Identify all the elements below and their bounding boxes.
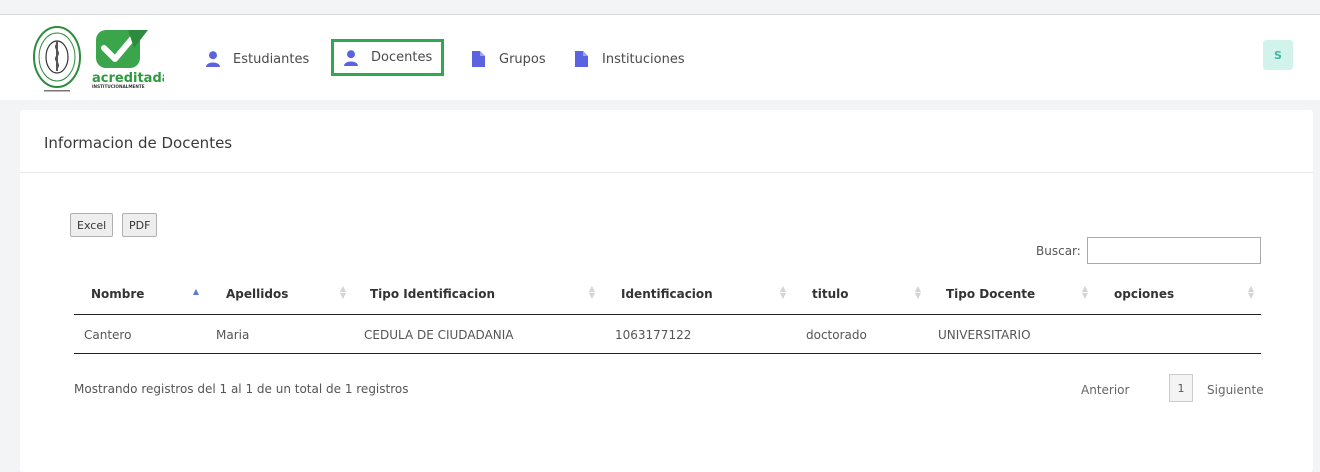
nav-estudiantes[interactable]: Estudiantes: [206, 43, 309, 75]
university-seal-logo: [33, 26, 81, 92]
cell-apellidos: Maria: [216, 328, 250, 342]
acreditada-logo: acreditada INSTITUCIONALMENTE: [92, 30, 164, 89]
nav-label: Instituciones: [602, 51, 685, 67]
nav-label: Docentes: [371, 50, 433, 65]
person-icon: [344, 49, 358, 66]
col-header-tipo-docente[interactable]: Tipo Docente: [946, 287, 1035, 301]
document-icon: [472, 51, 486, 67]
sort-icon: ▲ ▼: [1081, 284, 1089, 300]
col-header-titulo[interactable]: titulo: [812, 287, 849, 301]
cell-titulo: doctorado: [806, 328, 867, 342]
pagination-prev[interactable]: Anterior: [1081, 383, 1129, 397]
table-info: Mostrando registros del 1 al 1 de un tot…: [74, 382, 409, 396]
logo-subtext: INSTITUCIONALMENTE: [92, 84, 145, 89]
sort-icon: ▲ ▼: [1247, 284, 1255, 300]
pagination-next[interactable]: Siguiente: [1207, 383, 1264, 397]
nav-label: Grupos: [499, 51, 546, 67]
cell-identificacion: 1063177122: [615, 328, 692, 342]
sort-asc-icon: ▲: [192, 287, 200, 296]
card-divider: [20, 172, 1313, 173]
user-avatar[interactable]: S: [1263, 40, 1293, 70]
nav-docentes[interactable]: Docentes: [331, 39, 445, 76]
sort-icon: ▲ ▼: [339, 284, 347, 300]
person-icon: [206, 51, 220, 67]
excel-button[interactable]: Excel: [70, 213, 114, 237]
docentes-card: Informacion de Docentes Excel PDF Buscar…: [20, 110, 1313, 472]
col-header-tipo-identificacion[interactable]: Tipo Identificacion: [370, 287, 495, 301]
pdf-button[interactable]: PDF: [122, 213, 158, 237]
card-title: Informacion de Docentes: [44, 134, 233, 152]
nav-label: Estudiantes: [233, 51, 310, 67]
col-header-identificacion[interactable]: Identificacion: [621, 287, 713, 301]
nav-instituciones[interactable]: Instituciones: [575, 43, 685, 75]
sort-icon: ▲ ▼: [588, 284, 596, 300]
cell-nombre: Cantero: [84, 328, 132, 342]
cell-tipo-identificacion: CEDULA DE CIUDADANIA: [364, 328, 514, 342]
table-footer-border: [74, 353, 1261, 354]
cell-tipo-docente: UNIVERSITARIO: [938, 328, 1031, 342]
sort-icon: ▲ ▼: [914, 284, 922, 300]
col-header-apellidos[interactable]: Apellidos: [226, 287, 288, 301]
navbar: acreditada INSTITUCIONALMENTE Estudiante…: [0, 15, 1320, 100]
document-icon: [575, 51, 589, 67]
table-header-border: [74, 314, 1261, 315]
col-header-opciones[interactable]: opciones: [1114, 287, 1174, 301]
pagination-page-1[interactable]: 1: [1169, 374, 1193, 402]
col-header-nombre[interactable]: Nombre: [91, 287, 144, 301]
nav-grupos[interactable]: Grupos: [472, 43, 546, 75]
sort-icon: ▲ ▼: [779, 284, 787, 300]
search-label: Buscar:: [1036, 244, 1081, 258]
search-input[interactable]: [1087, 237, 1261, 264]
